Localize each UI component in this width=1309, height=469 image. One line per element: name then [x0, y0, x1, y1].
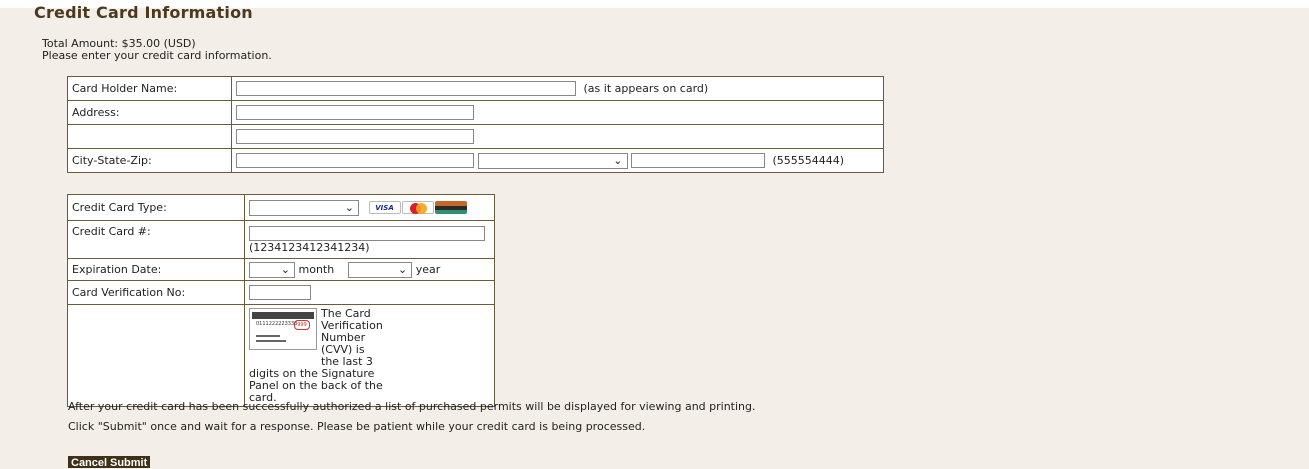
- credit-card-table: Credit Card Type: ⌄ VISA Credit Card #: …: [67, 194, 495, 407]
- chevron-down-icon: ⌄: [397, 262, 408, 276]
- card-logos: VISA: [368, 201, 468, 215]
- address-line2-input[interactable]: [236, 129, 474, 144]
- chevron-down-icon: ⌄: [344, 200, 354, 214]
- cvv-input[interactable]: [249, 285, 311, 300]
- cardholder-name-label: Card Holder Name:: [67, 76, 232, 101]
- cvv-help-text-continued: digits on the Signature Panel on the bac…: [249, 367, 383, 404]
- card-number-cell: (1234123412341234): [244, 220, 495, 259]
- cvv-card-back-image: 0111222223333 999: [249, 308, 317, 350]
- intro-block: Total Amount: $35.00 (USD) Please enter …: [42, 38, 272, 62]
- expiration-cell: ⌄ month ⌄ year: [244, 258, 495, 281]
- expiration-year-select[interactable]: ⌄: [348, 261, 413, 278]
- cancel-button[interactable]: Cancel: [68, 456, 111, 469]
- expiration-month-select[interactable]: ⌄: [249, 261, 295, 278]
- card-number-hint: (1234123412341234): [249, 240, 370, 254]
- card-type-label: Credit Card Type:: [67, 194, 245, 221]
- cardholder-name-input[interactable]: [236, 81, 576, 96]
- discover-logo-icon: [434, 201, 467, 215]
- zip-hint: (555554444): [772, 154, 845, 167]
- card-type-select[interactable]: ⌄: [249, 199, 359, 216]
- submit-note: Click "Submit" once and wait for a respo…: [68, 420, 646, 433]
- address-label: Address:: [67, 100, 232, 125]
- city-state-zip-cell: ⌄ (555554444): [231, 148, 884, 173]
- cvv-help-label-cell: [67, 304, 245, 407]
- month-label: month: [298, 262, 335, 276]
- cvv-help-text: The Card Verification Number (CVV) is th…: [321, 307, 383, 368]
- card-type-cell: ⌄ VISA: [244, 194, 495, 221]
- zip-input[interactable]: [631, 153, 765, 168]
- card-number-input[interactable]: [249, 225, 485, 241]
- chevron-down-icon: ⌄: [613, 153, 623, 167]
- chevron-down-icon: ⌄: [280, 262, 290, 276]
- card-number-label: Credit Card #:: [67, 220, 245, 259]
- cvv-cell: [244, 280, 495, 305]
- year-label: year: [415, 262, 441, 276]
- submit-button[interactable]: Submit: [107, 456, 151, 469]
- cardholder-name-cell: (as it appears on card): [231, 76, 884, 101]
- state-select[interactable]: ⌄: [477, 152, 628, 169]
- address-line1-cell: [231, 100, 884, 125]
- cardholder-address-table: Card Holder Name: (as it appears on card…: [67, 76, 884, 173]
- page-title: Credit Card Information: [34, 3, 253, 22]
- visa-logo-icon: VISA: [368, 201, 401, 215]
- address-line2-cell: [231, 124, 884, 149]
- cardholder-name-hint: (as it appears on card): [583, 82, 709, 95]
- city-state-zip-label: City-State-Zip:: [67, 148, 232, 173]
- address-line1-input[interactable]: [236, 105, 474, 120]
- city-input[interactable]: [236, 153, 474, 168]
- cvv-help-cell: 0111222223333 999 The Card Verification …: [244, 304, 495, 407]
- mastercard-logo-icon: [401, 201, 434, 215]
- address-line2-label-cell: [67, 124, 232, 149]
- cvv-label: Card Verification No:: [67, 280, 245, 305]
- expiration-label: Expiration Date:: [67, 258, 245, 281]
- instruction-text: Please enter your credit card informatio…: [42, 49, 272, 62]
- authorization-note: After your credit card has been successf…: [68, 400, 756, 413]
